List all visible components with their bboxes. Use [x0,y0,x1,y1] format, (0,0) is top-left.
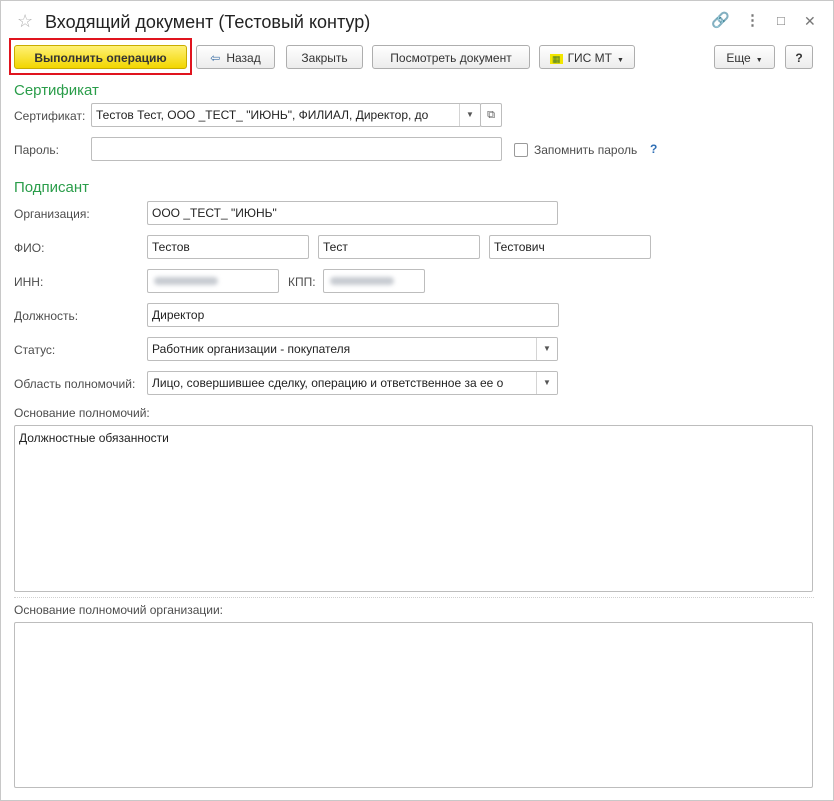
kpp-blurred-value [330,277,394,285]
scope-label: Область полномочий: [14,377,136,391]
kpp-label: КПП: [288,275,316,289]
last-name-field[interactable]: Тестов [147,235,309,259]
more-menu-icon[interactable]: ⋮ [745,11,760,31]
certificate-section-title: Сертификат [14,82,99,99]
more-chevron-down-icon: ▼ [755,57,763,64]
position-label: Должность: [14,309,79,323]
certificate-label: Сертификат: [14,109,86,123]
certificate-select[interactable]: Тестов Тест, ООО _ТЕСТ_ "ИЮНЬ", ФИЛИАЛ, … [91,103,481,127]
scope-value: Лицо, совершившее сделку, операцию и отв… [152,376,504,390]
signer-section-title: Подписант [14,179,90,196]
password-label: Пароль: [14,143,59,157]
gis-chevron-down-icon: ▼ [617,57,624,64]
gis-label: ГИС МТ [567,51,613,65]
status-value: Работник организации - покупателя [152,342,351,356]
org-basis-textarea[interactable] [14,622,813,788]
certificate-value: Тестов Тест, ООО _ТЕСТ_ "ИЮНЬ", ФИЛИАЛ, … [96,108,429,122]
document-window: ☆ Входящий документ (Тестовый контур) 🔗 … [0,0,834,801]
gis-mt-button[interactable]: ▦ ГИС МТ ▼ [539,45,635,69]
favorite-star-icon[interactable]: ☆ [17,11,33,31]
password-help-link[interactable]: ? [650,142,657,156]
gis-icon: ▦ [550,54,563,64]
close-button[interactable]: Закрыть [286,45,363,69]
view-document-button[interactable]: Посмотреть документ [372,45,530,69]
back-icon: ⇦ [210,51,221,65]
remember-password-checkbox[interactable] [514,143,528,157]
inn-field[interactable] [147,269,279,293]
open-certificate-icon[interactable]: ⧉ [480,103,502,127]
window-title: Входящий документ (Тестовый контур) [45,12,371,32]
status-dropdown-icon[interactable]: ▼ [536,338,557,360]
organization-field[interactable]: ООО _ТЕСТ_ "ИЮНЬ" [147,201,558,225]
inn-label: ИНН: [14,275,44,289]
highlight-frame [9,38,192,75]
basis-textarea[interactable]: Должностные обязанности [14,425,813,592]
position-field[interactable]: Директор [147,303,559,327]
fio-label: ФИО: [14,241,45,255]
help-button[interactable]: ? [785,45,813,69]
close-window-icon[interactable]: ✕ [804,11,816,31]
certificate-dropdown-icon[interactable]: ▼ [459,104,480,126]
first-name-field[interactable]: Тест [318,235,480,259]
more-label: Еще [726,51,751,65]
back-button-label: Назад [226,51,261,65]
org-basis-label: Основание полномочий организации: [14,603,224,617]
inn-blurred-value [154,277,218,285]
back-button[interactable]: ⇦ Назад [196,45,275,69]
maximize-icon[interactable]: □ [777,11,785,31]
status-select[interactable]: Работник организации - покупателя ▼ [147,337,558,361]
divider [14,597,814,598]
link-icon[interactable]: 🔗 [711,11,730,31]
organization-label: Организация: [14,207,90,221]
basis-label: Основание полномочий: [14,406,150,420]
kpp-field[interactable] [323,269,425,293]
scope-dropdown-icon[interactable]: ▼ [536,372,557,394]
scope-select[interactable]: Лицо, совершившее сделку, операцию и отв… [147,371,558,395]
status-label: Статус: [14,343,56,357]
middle-name-field[interactable]: Тестович [489,235,651,259]
remember-password-label: Запомнить пароль [534,143,638,157]
password-input[interactable] [91,137,502,161]
title-bar: ☆ Входящий документ (Тестовый контур) 🔗 … [1,1,833,41]
more-button[interactable]: Еще ▼ [714,45,775,69]
